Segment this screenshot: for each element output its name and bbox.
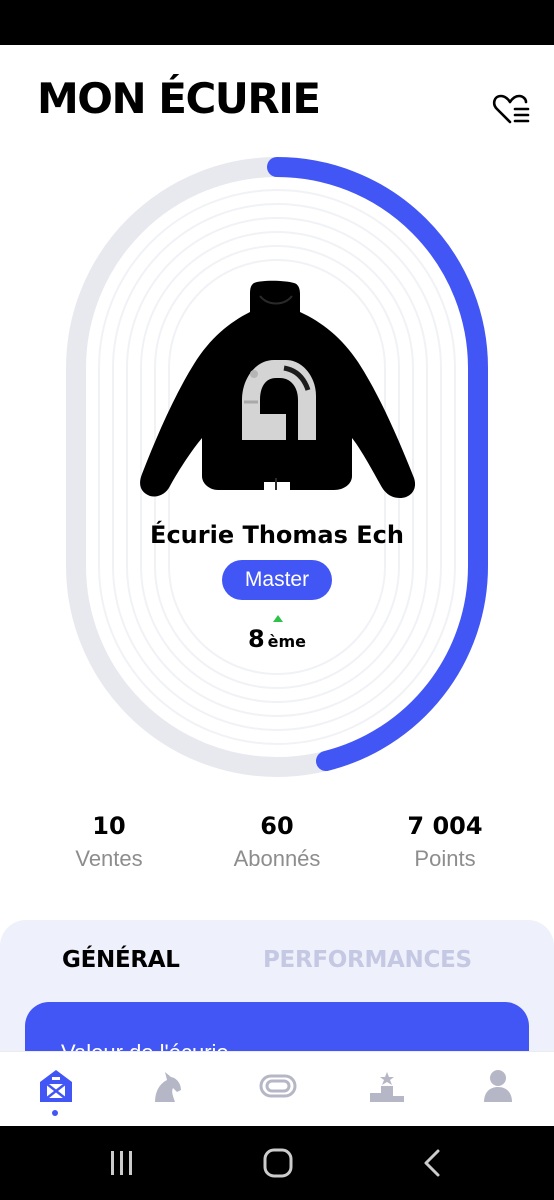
nav-item-rankings[interactable] bbox=[367, 1066, 407, 1106]
nav-item-stable[interactable] bbox=[36, 1066, 76, 1106]
ranking: 8 ème bbox=[0, 625, 554, 653]
podium-icon bbox=[370, 1072, 404, 1102]
nav-item-profile[interactable] bbox=[478, 1066, 518, 1106]
tab-performances[interactable]: PERFORMANCES bbox=[263, 947, 472, 973]
rank-up-arrow-icon bbox=[273, 615, 283, 622]
page-title: MON ÉCURIE bbox=[37, 74, 321, 123]
back-icon[interactable] bbox=[420, 1148, 444, 1178]
recent-apps-icon[interactable] bbox=[108, 1150, 136, 1176]
stat-label: Points bbox=[414, 846, 476, 871]
stable-jacket-image bbox=[140, 280, 416, 498]
stat-sales: 10 Ventes bbox=[19, 812, 199, 872]
horse-icon bbox=[155, 1072, 181, 1102]
stat-label: Ventes bbox=[75, 846, 143, 871]
nav-item-horses[interactable] bbox=[147, 1066, 187, 1106]
system-navigation-bar bbox=[0, 1126, 554, 1200]
active-nav-indicator bbox=[52, 1110, 58, 1116]
home-icon[interactable] bbox=[262, 1147, 294, 1179]
heart-list-icon bbox=[492, 94, 530, 124]
rank-suffix: ème bbox=[267, 632, 307, 651]
status-bar bbox=[0, 0, 554, 45]
favorites-list-button[interactable] bbox=[492, 92, 530, 126]
stat-followers[interactable]: 60 Abonnés bbox=[187, 812, 367, 872]
profile-icon bbox=[484, 1070, 512, 1102]
stat-label: Abonnés bbox=[233, 846, 321, 871]
racetrack-icon bbox=[259, 1074, 297, 1098]
rank-value: 8 bbox=[247, 625, 265, 653]
stat-value: 10 bbox=[92, 812, 126, 840]
stat-value: 7 004 bbox=[407, 812, 483, 840]
stable-icon bbox=[40, 1070, 72, 1102]
bottom-nav bbox=[0, 1051, 554, 1125]
level-badge: Master bbox=[222, 560, 332, 600]
nav-item-races[interactable] bbox=[258, 1066, 298, 1106]
app-screen: MON ÉCURIE Écurie Thomas Ech Master 8 èm… bbox=[0, 45, 554, 1125]
stat-value: 60 bbox=[260, 812, 294, 840]
stat-points: 7 004 Points bbox=[355, 812, 535, 872]
stable-name: Écurie Thomas Ech bbox=[150, 521, 404, 549]
tab-general[interactable]: GÉNÉRAL bbox=[62, 947, 180, 973]
